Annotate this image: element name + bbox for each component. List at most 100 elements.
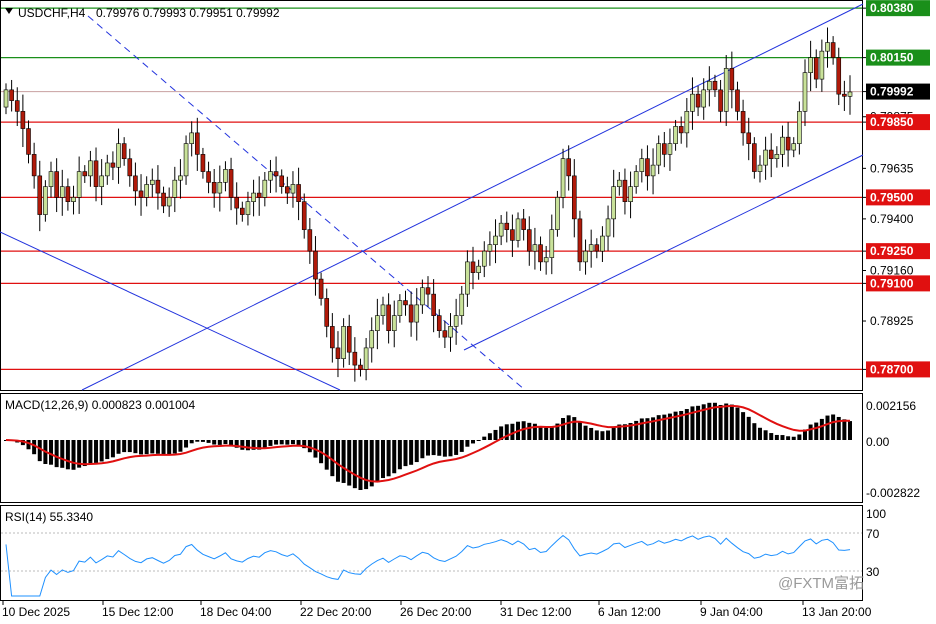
candle-body [588,244,594,252]
candle-body [200,154,206,172]
macd-bar [65,440,70,470]
macd-bar [335,440,340,482]
candle-body [566,158,571,177]
dropdown-arrow-icon[interactable] [5,8,13,14]
candle-body [673,126,678,144]
candle-body [600,235,605,252]
macd-bar [724,403,729,440]
candle-body [20,111,26,129]
macd-bar [82,440,87,467]
candle-body [290,184,296,194]
macd-label: MACD(12,26,9) 0.000823 0.001004 [5,398,195,412]
candle-body [48,171,54,187]
candle-body [543,257,549,263]
price-tag-label: 0.79850 [870,115,914,129]
candle-body [262,179,268,198]
candle-body [335,347,341,359]
macd-bar [589,427,594,440]
macd-bar [549,426,554,440]
rsi-panel[interactable] [0,505,863,601]
macd-bar [583,425,588,440]
candle-body [656,143,661,166]
macd-bar [122,440,127,453]
macd-bar [94,440,99,463]
macd-bar [729,404,734,440]
candle-body [639,158,645,172]
macd-bar [296,440,301,446]
candle-body [819,50,825,80]
macd-axis-bottom: -0.002822 [866,486,920,500]
price-tag-label: 0.80150 [870,51,914,65]
candle-body [31,154,37,177]
candle-body [780,136,785,155]
macd-bar [639,418,644,440]
macd-bar [358,440,363,490]
candle-body [645,158,650,177]
macd-bar [465,440,470,447]
macd-bar [133,440,138,454]
macd-bar [150,440,155,454]
candle-body [397,300,403,316]
candle-body [746,132,752,144]
macd-bar [268,440,273,446]
candle-body [358,364,363,370]
macd-bar [718,404,723,440]
macd-bar [763,430,768,440]
candle-body [59,186,65,198]
price-tag-label: 0.79250 [870,244,914,258]
macd-bar [814,422,819,440]
macd-bar [375,440,380,483]
time-axis-label: 26 Dec 20:00 [400,605,472,619]
candle-body [43,186,48,215]
macd-axis-top: 0.002156 [866,399,916,413]
macd-bar [544,427,549,440]
candle-body [842,93,847,97]
candle-body [459,293,465,316]
macd-bar [262,440,267,449]
candle-body [521,218,526,230]
macd-bar [364,440,369,490]
macd-bar [347,440,352,486]
candle-body [802,72,808,112]
macd-bar [431,440,436,456]
candle-body [723,68,729,112]
candle-body [363,347,369,370]
candle-body [690,93,695,112]
macd-bar [189,440,194,444]
candle-body [346,326,352,353]
candle-body [493,235,498,245]
candle-body [774,154,780,159]
macd-bar [482,436,487,440]
macd-bar [274,440,279,445]
macd-bar [409,440,414,465]
macd-bar [600,431,605,440]
rsi-axis-70: 70 [866,527,880,541]
candle-body [301,201,307,230]
candle-body [436,315,442,331]
macd-bar [392,440,397,474]
macd-bar [797,434,802,440]
macd-bar [572,417,577,440]
macd-bar [369,440,374,487]
candle-body [633,171,639,187]
macd-bar [217,440,222,445]
macd-bar [831,414,836,440]
macd-bar [223,440,228,445]
descending-line [0,231,341,391]
candle-body [617,179,622,187]
time-axis: 10 Dec 2025 15 Dec 12:00 18 Dec 04:00 22 De… [2,601,872,619]
macd-bar [786,436,791,440]
candle-body [555,197,560,230]
price-panel[interactable] [0,0,863,391]
macd-bar [49,440,54,465]
macd-bar [808,424,813,440]
macd-bar [527,422,532,440]
macd-bar [780,435,785,440]
candle-body [206,171,211,183]
candle-body [808,57,813,73]
chart-canvas[interactable]: USDCHF,H4 0.79976 0.79993 0.79951 0.7999… [0,0,936,624]
candle-body [448,326,453,338]
macd-bar [386,440,391,477]
candle-body [515,218,521,241]
macd-bar [769,433,774,440]
